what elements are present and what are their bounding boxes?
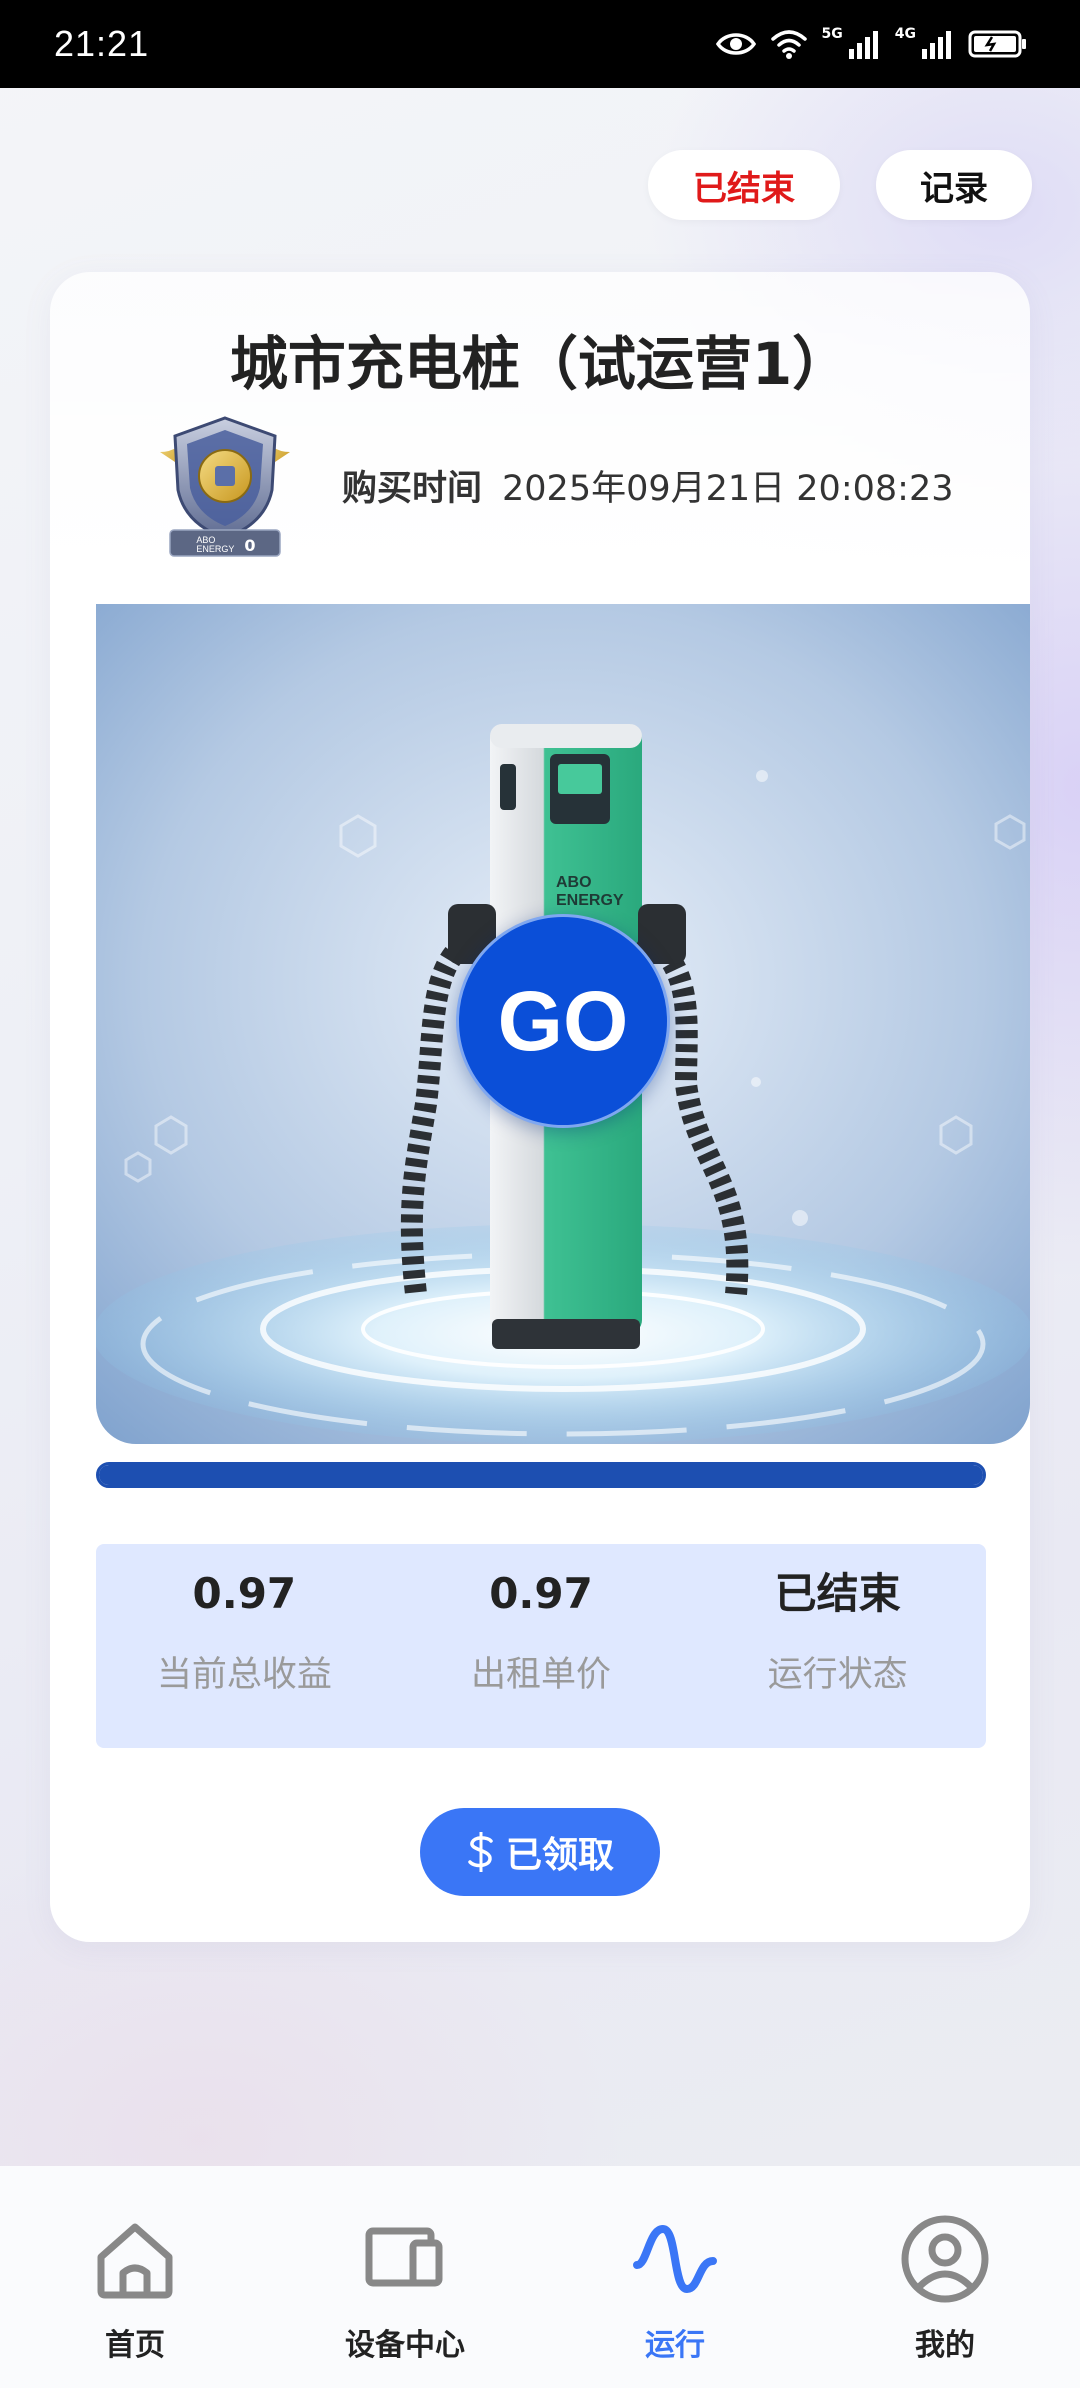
wave-icon (630, 2214, 720, 2304)
status-icons: 5G 4G (715, 26, 1028, 60)
tab-running[interactable]: 运行 (540, 2166, 810, 2388)
ended-status-button[interactable]: 已结束 (648, 150, 840, 220)
stat-label: 出租单价 (471, 1655, 612, 1695)
tab-label: 运行 (645, 2328, 705, 2363)
stat-rental-price: 0.97 出租单价 (393, 1544, 690, 1748)
badge-level: 0 (244, 535, 256, 555)
purchase-time-value: 2025年09月21日 20:08:23 (502, 469, 954, 509)
device-card: 城市充电桩（试运营1） ABO ENERGY 0 购买时间 2025年09月21… (50, 272, 1030, 1942)
progress-bar (96, 1462, 986, 1488)
purchase-time-row: 购买时间 2025年09月21日 20:08:23 (342, 460, 953, 511)
stat-value: 0.97 (192, 1569, 297, 1618)
signal-icon (922, 31, 951, 59)
eye-icon (715, 33, 756, 55)
wifi-icon (770, 30, 807, 59)
badge-brand: ABO ENERGY (196, 535, 235, 554)
network-5g-label: 5G (821, 26, 843, 42)
tab-label: 我的 (915, 2328, 975, 2363)
charging-station-image: ABO ENERGY GO (96, 604, 1030, 1444)
signal-icon (848, 31, 878, 59)
tab-device-center[interactable]: 设备中心 (270, 2166, 540, 2388)
user-icon (900, 2214, 990, 2304)
tab-label: 首页 (105, 2328, 165, 2363)
stat-running-status: 已结束 运行状态 (689, 1544, 986, 1748)
stat-value: 已结束 (774, 1569, 901, 1618)
badge-label: ABO ENERGY 0 (178, 534, 274, 556)
go-label: GO (497, 973, 629, 1068)
go-button[interactable]: GO (456, 914, 670, 1128)
tab-home[interactable]: 首页 (0, 2166, 270, 2388)
home-icon (90, 2214, 180, 2304)
claimed-button[interactable]: 已领取 (420, 1808, 660, 1896)
tab-label: 设备中心 (345, 2328, 465, 2363)
device-title: 城市充电桩（试运营1） (229, 330, 851, 398)
claimed-button-label: 已领取 (505, 1835, 614, 1876)
bottom-tab-bar: 首页 设备中心 运行 我的 (0, 2166, 1080, 2388)
battery-icon (968, 30, 1026, 58)
network-4g-label: 4G (894, 26, 916, 42)
stats-panel: 0.97 当前总收益 0.97 出租单价 已结束 运行状态 (96, 1544, 986, 1748)
stat-label: 运行状态 (767, 1655, 908, 1695)
stat-total-earnings: 0.97 当前总收益 (96, 1544, 393, 1748)
tab-mine[interactable]: 我的 (810, 2166, 1080, 2388)
device-icon (360, 2214, 450, 2304)
purchase-time-label: 购买时间 (342, 469, 483, 509)
progress-fill (99, 1465, 983, 1485)
product-brand-label: ABO ENERGY (556, 874, 624, 909)
record-button[interactable]: 记录 (876, 150, 1032, 220)
stat-value: 0.97 (489, 1569, 593, 1618)
status-time: 21:21 (54, 23, 150, 64)
status-bar: 21:21 5G 4G (0, 0, 1080, 88)
stat-label: 当前总收益 (156, 1655, 332, 1695)
dollar-icon (468, 1832, 493, 1872)
